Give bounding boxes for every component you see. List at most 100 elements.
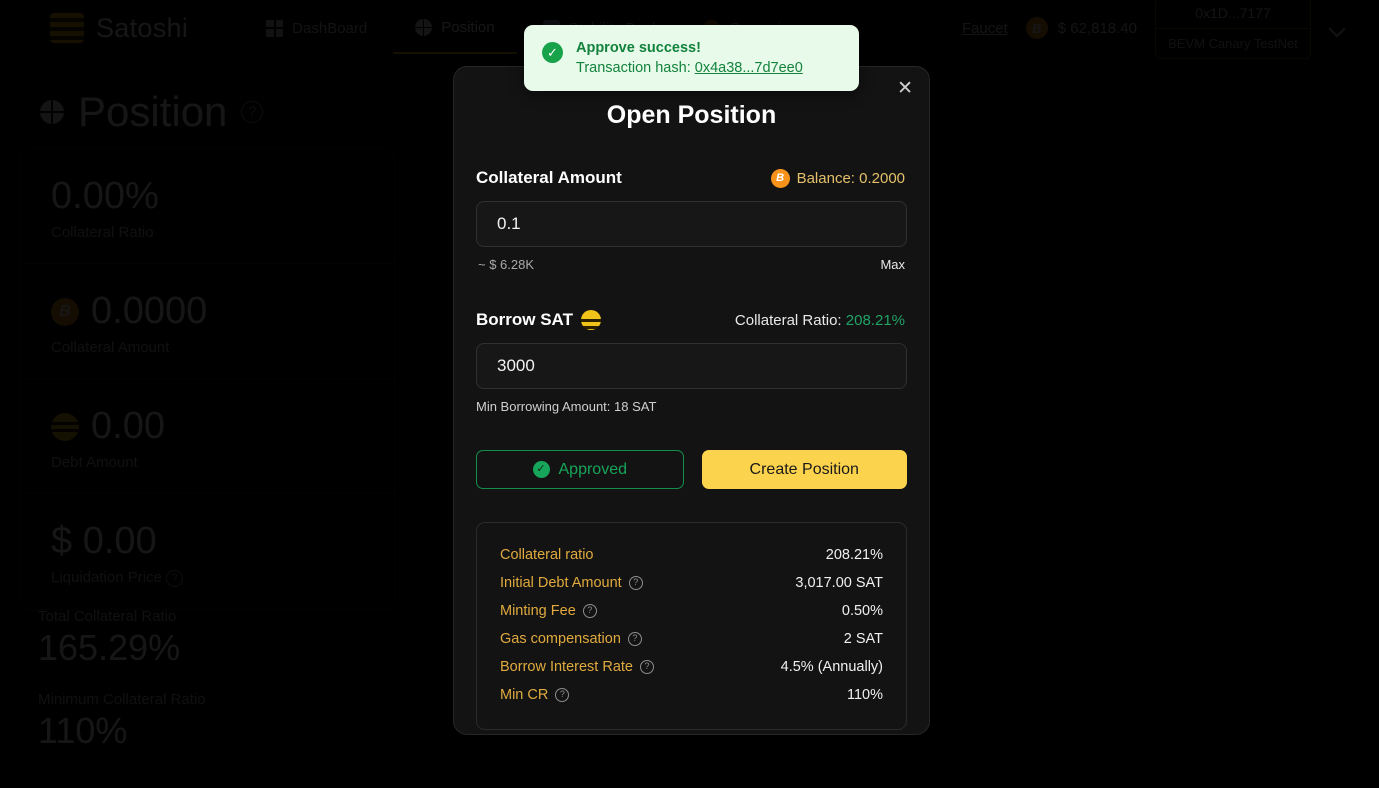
stat-label-wrap: Liquidation Price ? bbox=[51, 569, 364, 587]
bitcoin-icon: B bbox=[1025, 17, 1048, 39]
wallet-box[interactable]: 0x1D...7177 BEVM Canary TestNet bbox=[1155, 0, 1311, 59]
collateral-amount-input[interactable]: 0.1 bbox=[476, 201, 907, 247]
stat-row: 0.00% Collateral Ratio bbox=[21, 149, 394, 264]
help-icon[interactable]: ? bbox=[627, 632, 642, 646]
satoshi-logo-icon bbox=[50, 13, 84, 43]
help-icon[interactable]: ? bbox=[555, 688, 570, 702]
help-icon[interactable]: ? bbox=[582, 604, 597, 618]
position-summary-panel: Collateral ratio 208.21% Initial Debt Am… bbox=[476, 522, 907, 730]
toast-subtitle: Transaction hash: 0x4a38...7d7ee0 bbox=[576, 60, 803, 76]
summary-value: 110% bbox=[846, 687, 883, 703]
summary-key-wrap: Min CR ? bbox=[500, 687, 570, 703]
position-circle-icon bbox=[415, 18, 433, 36]
summary-value: 4.5% (Annually) bbox=[780, 659, 883, 675]
summary-value: 3,017.00 SAT bbox=[795, 575, 883, 591]
stat-value: 0.00 bbox=[91, 405, 165, 447]
collateral-field-foot: ~ $ 6.28K Max bbox=[476, 257, 907, 272]
summary-value: 2 SAT bbox=[843, 631, 883, 647]
bitcoin-icon: B bbox=[770, 168, 790, 188]
grid-icon bbox=[266, 19, 284, 37]
minimum-collateral-ratio-label: Minimum Collateral Ratio bbox=[38, 691, 206, 708]
help-icon[interactable]: ? bbox=[639, 660, 654, 674]
borrow-field-head: Borrow SAT Collateral Ratio: 208.21% bbox=[476, 310, 907, 330]
page-title-text: Position bbox=[78, 88, 228, 135]
borrow-sat-label-text: Borrow SAT bbox=[476, 310, 573, 329]
modal-actions: ✓ Approved Create Position bbox=[476, 450, 907, 489]
collateral-ratio-label: Collateral Ratio: bbox=[734, 311, 842, 329]
summary-key-wrap: Borrow Interest Rate ? bbox=[500, 659, 654, 675]
collateral-ratio-value: 208.21% bbox=[845, 311, 905, 329]
summary-key: Borrow Interest Rate bbox=[500, 659, 633, 675]
nav-item-dashboard[interactable]: DashBoard bbox=[244, 4, 389, 53]
bitcoin-icon: B bbox=[51, 297, 79, 326]
collateral-balance: B Balance: 0.2000 bbox=[770, 168, 905, 188]
stat-label: Collateral Amount bbox=[51, 339, 170, 356]
borrow-sat-label: Borrow SAT bbox=[476, 310, 601, 330]
max-button[interactable]: Max bbox=[880, 257, 905, 272]
summary-value: 208.21% bbox=[825, 547, 883, 563]
collateral-amount-field: Collateral Amount B Balance: 0.2000 0.1 … bbox=[476, 168, 907, 272]
network-label[interactable]: BEVM Canary TestNet bbox=[1156, 29, 1310, 58]
stat-value: $ 0.00 bbox=[51, 520, 157, 562]
close-icon[interactable]: ✕ bbox=[897, 79, 913, 98]
collateral-field-head: Collateral Amount B Balance: 0.2000 bbox=[476, 168, 907, 188]
stat-value-wrap: B 0.0000 bbox=[51, 290, 364, 333]
approved-button-label: Approved bbox=[558, 460, 628, 478]
position-stats-card: 0.00% Collateral Ratio B 0.0000 Collater… bbox=[20, 148, 395, 610]
collateral-usd-approx: ~ $ 6.28K bbox=[478, 257, 535, 272]
summary-key-wrap: Gas compensation ? bbox=[500, 631, 642, 647]
summary-key-wrap: Initial Debt Amount ? bbox=[500, 575, 643, 591]
stat-row: 0.00 Debt Amount bbox=[21, 379, 394, 494]
summary-key: Min CR bbox=[500, 687, 549, 703]
stat-label: Collateral Ratio bbox=[51, 224, 154, 241]
balance-text: Balance: 0.2000 bbox=[796, 169, 905, 187]
chevron-down-icon[interactable] bbox=[1329, 20, 1345, 36]
summary-row: Gas compensation ? 2 SAT bbox=[500, 625, 883, 653]
summary-row: Minting Fee ? 0.50% bbox=[500, 597, 883, 625]
wallet-address[interactable]: 0x1D...7177 bbox=[1156, 0, 1310, 29]
totals-section: Total Collateral Ratio 165.29% Minimum C… bbox=[38, 608, 206, 774]
stat-label: Liquidation Price bbox=[51, 569, 162, 586]
brand-name: Satoshi bbox=[96, 12, 189, 43]
app-root: Satoshi DashBoard Position Stability Poo… bbox=[0, 0, 1379, 788]
stat-row: $ 0.00 Liquidation Price ? bbox=[21, 494, 394, 609]
summary-key: Gas compensation bbox=[500, 631, 621, 647]
min-borrowing-hint: Min Borrowing Amount: 18 SAT bbox=[476, 399, 657, 414]
nav-label: DashBoard bbox=[292, 19, 368, 37]
header-right: Faucet B $ 62,818.40 0x1D...7177 BEVM Ca… bbox=[962, 0, 1359, 59]
help-icon[interactable]: ? bbox=[166, 569, 184, 587]
page-title: Position ? bbox=[40, 88, 264, 136]
sat-token-icon bbox=[51, 412, 79, 441]
nav-item-position[interactable]: Position bbox=[393, 3, 517, 54]
position-circle-icon bbox=[40, 100, 64, 124]
collateral-ratio-note: Collateral Ratio: 208.21% bbox=[735, 312, 905, 329]
create-position-button[interactable]: Create Position bbox=[701, 450, 907, 489]
summary-row: Initial Debt Amount ? 3,017.00 SAT bbox=[500, 569, 883, 597]
toast-body: Approve success! Transaction hash: 0x4a3… bbox=[576, 40, 803, 76]
check-circle-icon: ✓ bbox=[532, 461, 550, 478]
borrow-amount-value: 3000 bbox=[497, 356, 535, 375]
help-icon[interactable]: ? bbox=[628, 576, 643, 590]
help-icon[interactable]: ? bbox=[241, 101, 264, 123]
summary-key-wrap: Minting Fee ? bbox=[500, 603, 597, 619]
success-check-icon: ✓ bbox=[542, 42, 563, 63]
transaction-hash-link[interactable]: 0x4a38...7d7ee0 bbox=[695, 60, 803, 76]
modal-title: Open Position bbox=[606, 101, 777, 129]
faucet-link[interactable]: Faucet bbox=[962, 20, 1008, 37]
borrow-amount-input[interactable]: 3000 bbox=[476, 343, 907, 389]
brand[interactable]: Satoshi bbox=[50, 13, 188, 44]
stat-row: B 0.0000 Collateral Amount bbox=[21, 264, 394, 379]
transaction-hash-label: Transaction hash: bbox=[576, 60, 691, 76]
approved-button[interactable]: ✓ Approved bbox=[476, 450, 684, 489]
total-collateral-ratio-label: Total Collateral Ratio bbox=[38, 608, 177, 625]
summary-key: Initial Debt Amount bbox=[500, 575, 622, 591]
sat-token-icon bbox=[580, 310, 601, 330]
collateral-amount-value: 0.1 bbox=[497, 214, 521, 233]
summary-key: Collateral ratio bbox=[500, 547, 594, 563]
total-collateral-ratio-value: 165.29% bbox=[38, 627, 181, 668]
toast-title: Approve success! bbox=[576, 40, 701, 56]
btc-price: B $ 62,818.40 bbox=[1025, 17, 1137, 39]
stat-value-wrap: 0.00 bbox=[51, 405, 364, 448]
summary-key: Minting Fee bbox=[500, 603, 576, 619]
open-position-modal: ✕ Open Position Collateral Amount B Bala… bbox=[453, 66, 930, 735]
